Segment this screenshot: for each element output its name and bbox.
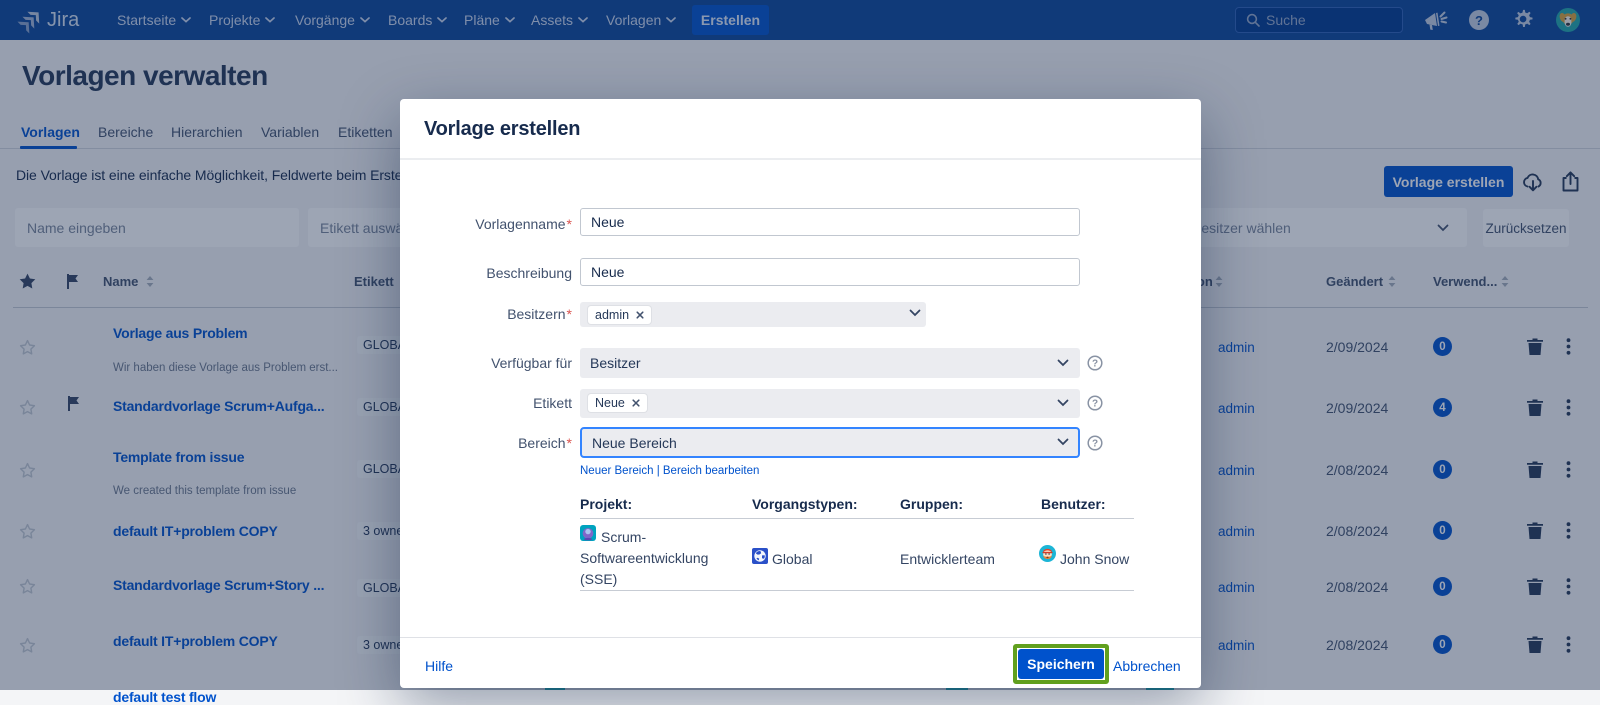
svg-text:?: ? [1092, 358, 1098, 369]
svg-text:?: ? [1092, 398, 1098, 409]
svg-text:?: ? [1092, 438, 1098, 449]
